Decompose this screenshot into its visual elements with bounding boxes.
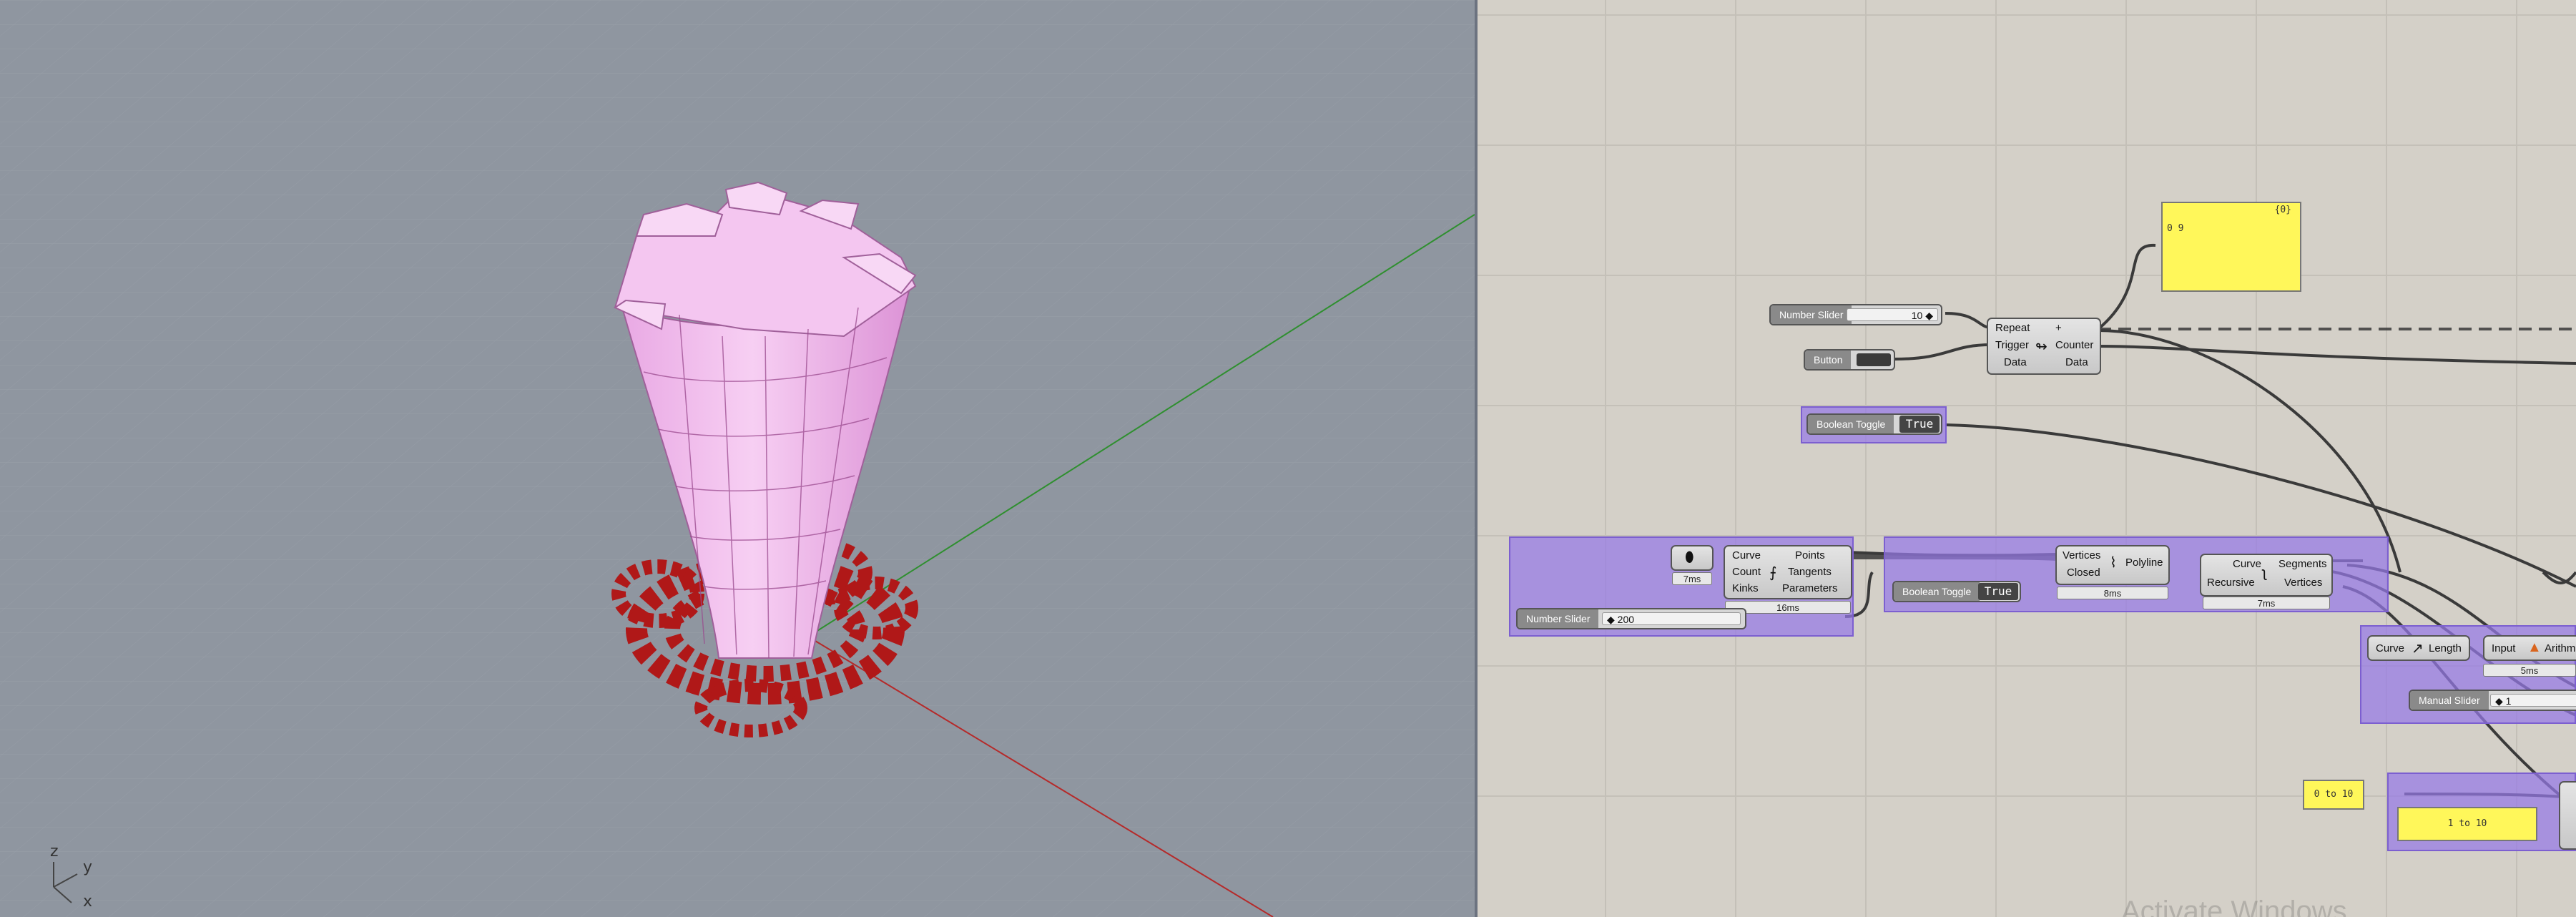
arith-icon: ▲: [2527, 639, 2542, 655]
explode-component[interactable]: Curve Recursive ʅ Segments Vertices: [2200, 554, 2333, 597]
divide-output-tangents[interactable]: Tangents: [1788, 566, 1832, 578]
grasshopper-canvas[interactable]: Number Slider 10 ◆ Button Repeat Trigger…: [1478, 0, 2576, 917]
slider-label: Number Slider: [1771, 305, 1852, 324]
curve-source-param[interactable]: ⬮: [1671, 545, 1714, 571]
button-label: Button: [1805, 350, 1852, 369]
arithmetic-component[interactable]: Input ▲ Arithme: [2483, 635, 2576, 661]
manual-slider-label: Manual Slider: [2410, 691, 2489, 710]
length-component[interactable]: Curve ↗ Length: [2367, 635, 2470, 661]
divide-input-count[interactable]: Count: [1732, 566, 1761, 578]
button-face[interactable]: [1857, 353, 1891, 366]
arith-input[interactable]: Input: [2492, 642, 2515, 654]
panel-content: 0 9: [2167, 223, 2184, 234]
length-output-length[interactable]: Length: [2429, 642, 2462, 654]
polyline-timer: 8ms: [2057, 587, 2168, 599]
panel-header: {0}: [2274, 205, 2291, 215]
polyline-input-closed[interactable]: Closed: [2067, 567, 2100, 579]
boolean-toggle-2[interactable]: Boolean Toggle True: [1892, 581, 2021, 602]
axis-label-y: y: [83, 858, 93, 876]
viewport-scene: [0, 0, 1475, 917]
arith-name: Arithme: [2545, 642, 2576, 654]
divide-input-kinks[interactable]: Kinks: [1732, 582, 1759, 594]
slider-label-2: Number Slider: [1518, 609, 1599, 628]
divide-output-parameters[interactable]: Parameters: [1782, 582, 1838, 594]
toggle-value[interactable]: True: [1899, 416, 1940, 433]
axis-label-z: z: [50, 843, 59, 860]
counter-input-trigger[interactable]: Trigger: [1995, 339, 2029, 351]
manual-slider[interactable]: Manual Slider ◆ 1: [2409, 690, 2576, 711]
rhino-viewport[interactable]: z y x: [0, 0, 1475, 917]
explode-output-segments[interactable]: Segments: [2278, 558, 2327, 570]
windows-watermark: Activate Windows: [2121, 896, 2347, 917]
divide-output-points[interactable]: Points: [1795, 549, 1825, 562]
explode-timer: 7ms: [2203, 597, 2330, 609]
toggle-value-2[interactable]: True: [1978, 583, 2018, 600]
panel-range-a-text: 0 to 10: [2314, 789, 2354, 800]
toggle-label: Boolean Toggle: [1808, 415, 1894, 433]
counter-output-counter[interactable]: Counter: [2055, 339, 2093, 351]
counter-output-data[interactable]: Data: [2065, 356, 2088, 368]
polyline-component[interactable]: Vertices Closed ⌇ Polyline: [2055, 545, 2170, 585]
explode-icon: ʅ: [2263, 565, 2266, 581]
explode-input-recursive[interactable]: Recursive: [2207, 577, 2255, 589]
divide-input-curve[interactable]: Curve: [1732, 549, 1761, 562]
arith-timer: 5ms: [2483, 664, 2576, 677]
number-slider-count[interactable]: Number Slider 10 ◆: [1769, 304, 1942, 325]
explode-input-curve[interactable]: Curve: [2233, 558, 2261, 570]
length-input-curve[interactable]: Curve: [2376, 642, 2404, 654]
toggle-label-2: Boolean Toggle: [1894, 582, 1980, 601]
panel-range-a[interactable]: 0 to 10: [2303, 780, 2364, 810]
counter-output-plus[interactable]: +: [2055, 322, 2062, 334]
curve-source-timer: 7ms: [1672, 572, 1712, 585]
slider-track[interactable]: 10 ◆: [1847, 308, 1938, 321]
axis-label-x: x: [83, 893, 93, 911]
counter-icon: ↬: [2035, 339, 2047, 355]
panel-range-b-text: 1 to 10: [2447, 818, 2487, 829]
offscreen-component[interactable]: [2559, 781, 2576, 850]
divide-icon: ⨍: [1769, 565, 1777, 581]
counter-input-repeat[interactable]: Repeat: [1995, 322, 2030, 334]
panel-counter-output[interactable]: {0} 0 9: [2161, 202, 2301, 292]
curve-param-icon: ⬮: [1685, 549, 1694, 565]
divide-curve-component[interactable]: Curve Count Kinks ⨍ Points Tangents Para…: [1724, 545, 1852, 599]
boolean-toggle-1[interactable]: Boolean Toggle True: [1806, 413, 1942, 435]
button-component[interactable]: Button: [1804, 349, 1895, 371]
polyline-input-vertices[interactable]: Vertices: [2063, 549, 2100, 562]
counter-input-data[interactable]: Data: [2004, 356, 2027, 368]
panel-range-b[interactable]: 1 to 10: [2397, 807, 2537, 841]
number-slider-200[interactable]: Number Slider ◆ 200: [1516, 608, 1746, 629]
length-icon: ↗: [2412, 641, 2424, 657]
counter-component[interactable]: Repeat Trigger Data ↬ + Counter Data: [1987, 318, 2101, 375]
manual-slider-track[interactable]: ◆ 1: [2490, 694, 2576, 707]
slider-track-2[interactable]: ◆ 200: [1602, 612, 1741, 625]
polyline-name: Polyline: [2125, 556, 2163, 569]
polyline-icon: ⌇: [2110, 555, 2117, 571]
explode-output-vertices[interactable]: Vertices: [2284, 577, 2322, 589]
